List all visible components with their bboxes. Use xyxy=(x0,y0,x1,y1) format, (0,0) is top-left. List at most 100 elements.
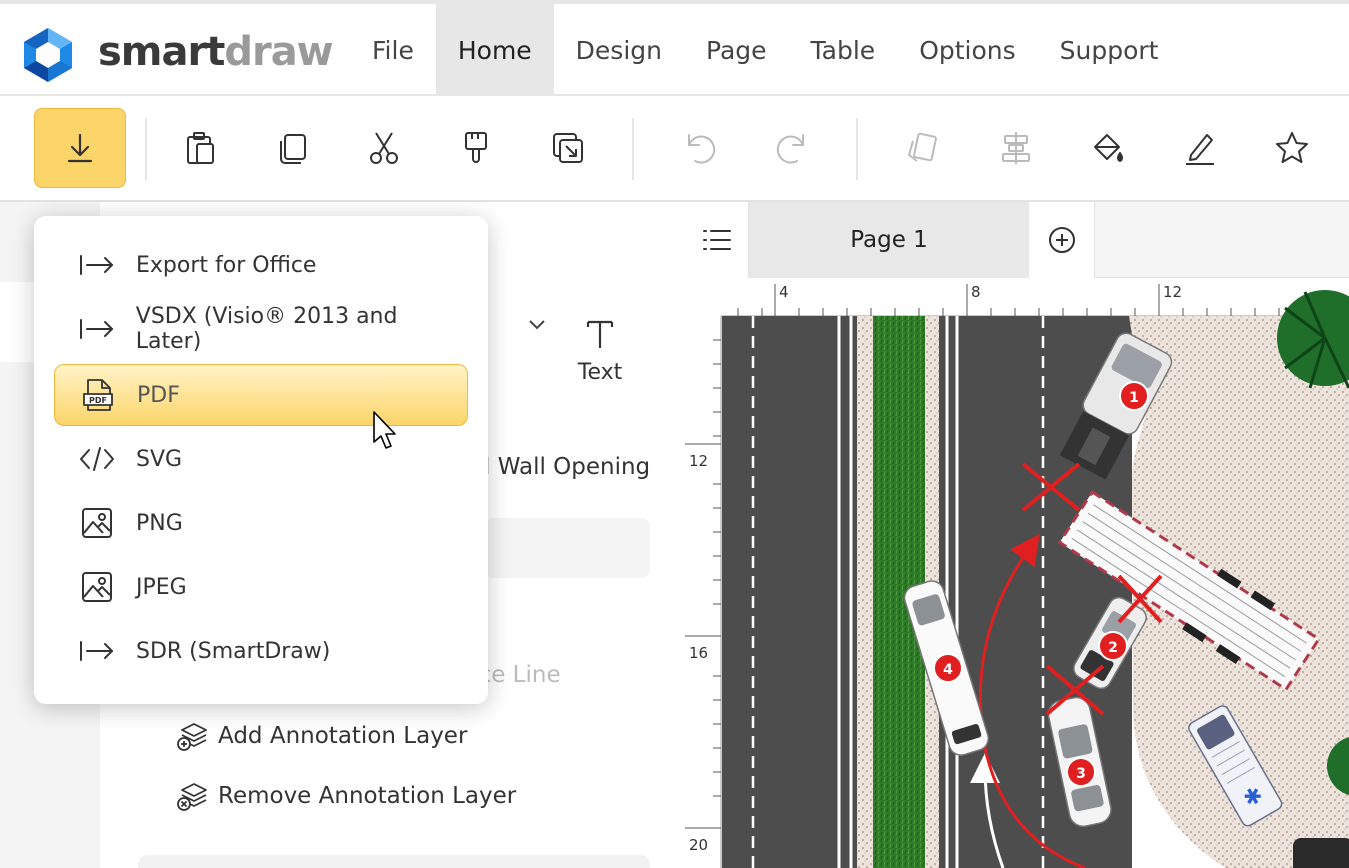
image-icon xyxy=(78,570,116,604)
vehicle-label-3: 3 xyxy=(1076,766,1086,782)
road-scene: 1 2 3 4 ✱ xyxy=(722,290,1349,868)
shape-style-button[interactable] xyxy=(876,108,968,188)
vehicle-label-1: 1 xyxy=(1129,390,1139,406)
paste-button[interactable] xyxy=(154,108,246,188)
add-page-button[interactable] xyxy=(1029,202,1095,278)
page-list-button[interactable] xyxy=(685,202,749,278)
export-button[interactable] xyxy=(34,108,126,188)
remove-annotation-layer-label: Remove Annotation Layer xyxy=(218,783,517,809)
menu-table[interactable]: Table xyxy=(789,4,898,96)
export-for-office-label: Export for Office xyxy=(136,252,317,278)
toolbar-separator xyxy=(856,118,858,180)
add-annotation-layer-label: Add Annotation Layer xyxy=(218,723,468,749)
export-arrow-icon xyxy=(78,312,116,346)
export-arrow-icon xyxy=(78,634,116,668)
menu-support[interactable]: Support xyxy=(1038,4,1181,96)
export-vsdx[interactable]: VSDX (Visio® 2013 and Later) xyxy=(54,298,468,360)
export-png[interactable]: PNG xyxy=(54,492,468,554)
text-tool-label: Text xyxy=(577,360,623,385)
menu-design[interactable]: Design xyxy=(554,4,684,96)
svg-text:PDF: PDF xyxy=(89,396,107,405)
align-button[interactable] xyxy=(970,108,1062,188)
drawing-canvas[interactable]: 4 8 12 12 16 20 1 2 3 4 ✱ xyxy=(685,278,1349,868)
plus-circle-icon xyxy=(1048,227,1075,253)
export-menu: Export for Office VSDX (Visio® 2013 and … xyxy=(34,216,488,704)
export-svg[interactable]: SVG xyxy=(54,428,468,490)
menu-file[interactable]: File xyxy=(350,4,436,96)
export-jpeg-label: JPEG xyxy=(136,574,187,600)
favorite-button[interactable] xyxy=(1246,108,1338,188)
export-jpeg[interactable]: JPEG xyxy=(54,556,468,618)
fill-icon xyxy=(1094,134,1123,162)
ruler-left-label-16: 16 xyxy=(689,644,708,662)
align-icon xyxy=(1002,132,1030,164)
ruler-top-label-4: 4 xyxy=(779,283,789,301)
export-pdf-label: PDF xyxy=(137,382,180,408)
arrange-icon xyxy=(553,133,583,163)
add-layer-icon xyxy=(177,723,207,751)
smartdraw-logo[interactable]: smartdraw xyxy=(20,26,334,84)
smartdraw-logo-icon xyxy=(24,28,72,82)
vehicle-police xyxy=(1293,838,1349,868)
toolbar xyxy=(0,96,1349,202)
more-dropdown[interactable] xyxy=(527,318,547,332)
menu-options[interactable]: Options xyxy=(897,4,1037,96)
top-ruler: 4 8 12 xyxy=(685,278,1349,317)
export-png-label: PNG xyxy=(136,510,183,536)
shape-style-icon xyxy=(908,132,937,162)
cut-button[interactable] xyxy=(338,108,430,188)
fill-button[interactable] xyxy=(1062,108,1154,188)
vehicle-label-2: 2 xyxy=(1108,640,1118,656)
list-icon xyxy=(702,230,731,250)
export-sdr[interactable]: SDR (SmartDraw) xyxy=(54,620,468,682)
text-tool[interactable]: Text xyxy=(570,318,630,385)
add-wall-opening[interactable]: l Wall Opening xyxy=(484,454,650,480)
menu-home[interactable]: Home xyxy=(435,4,554,96)
export-arrow-icon xyxy=(78,248,116,282)
format-painter-icon xyxy=(465,132,487,163)
text-icon xyxy=(586,320,614,348)
cut-icon xyxy=(370,132,398,164)
app-window: smartdraw File Home Design Page Table Op… xyxy=(0,0,1349,868)
line-button[interactable] xyxy=(1154,108,1246,188)
toolbar-separator xyxy=(145,118,147,180)
export-pdf[interactable]: PDF PDF xyxy=(54,364,468,426)
arrange-button[interactable] xyxy=(522,108,614,188)
export-svg-label: SVG xyxy=(136,446,183,472)
page-tab[interactable]: Page 1 xyxy=(749,202,1029,278)
export-sdr-label: SDR (SmartDraw) xyxy=(136,638,331,664)
main-menu: File Home Design Page Table Options Supp… xyxy=(350,4,1180,96)
left-ruler: 12 16 20 xyxy=(685,316,722,868)
format-painter-button[interactable] xyxy=(430,108,522,188)
chevron-down-icon xyxy=(529,320,545,330)
undo-button[interactable] xyxy=(654,108,746,188)
undo-icon xyxy=(688,134,716,164)
copy-icon xyxy=(280,134,306,164)
export-icon xyxy=(67,133,93,163)
vehicle-label-4: 4 xyxy=(943,662,953,678)
copy-button[interactable] xyxy=(246,108,338,188)
add-annotation-layer[interactable]: Add Annotation Layer xyxy=(176,720,467,752)
top-bar: smartdraw File Home Design Page Table Op… xyxy=(0,0,1349,96)
favorite-icon xyxy=(1276,132,1308,163)
ruler-top-label-8: 8 xyxy=(971,283,981,301)
image-icon xyxy=(78,506,116,540)
toolbar-separator xyxy=(632,118,634,180)
ruler-top-label-12: 12 xyxy=(1163,283,1182,301)
panel-input-box[interactable] xyxy=(485,518,650,578)
remove-layer-icon xyxy=(177,783,207,811)
ruler-left-label-20: 20 xyxy=(689,836,708,854)
pdf-file-icon: PDF xyxy=(79,378,117,412)
redo-button[interactable] xyxy=(746,108,838,188)
export-for-office[interactable]: Export for Office xyxy=(54,234,468,296)
paste-icon xyxy=(187,132,214,164)
ruler-left-label-12: 12 xyxy=(689,452,708,470)
brand-name-part1: smart xyxy=(98,29,225,75)
mouse-cursor-icon xyxy=(373,411,396,449)
line-icon xyxy=(1186,134,1214,165)
remove-annotation-layer[interactable]: Remove Annotation Layer xyxy=(176,780,516,812)
export-vsdx-label: VSDX (Visio® 2013 and Later) xyxy=(135,304,398,354)
brand-name: smartdraw xyxy=(98,29,334,75)
redo-icon xyxy=(776,134,804,164)
menu-page[interactable]: Page xyxy=(684,4,789,96)
